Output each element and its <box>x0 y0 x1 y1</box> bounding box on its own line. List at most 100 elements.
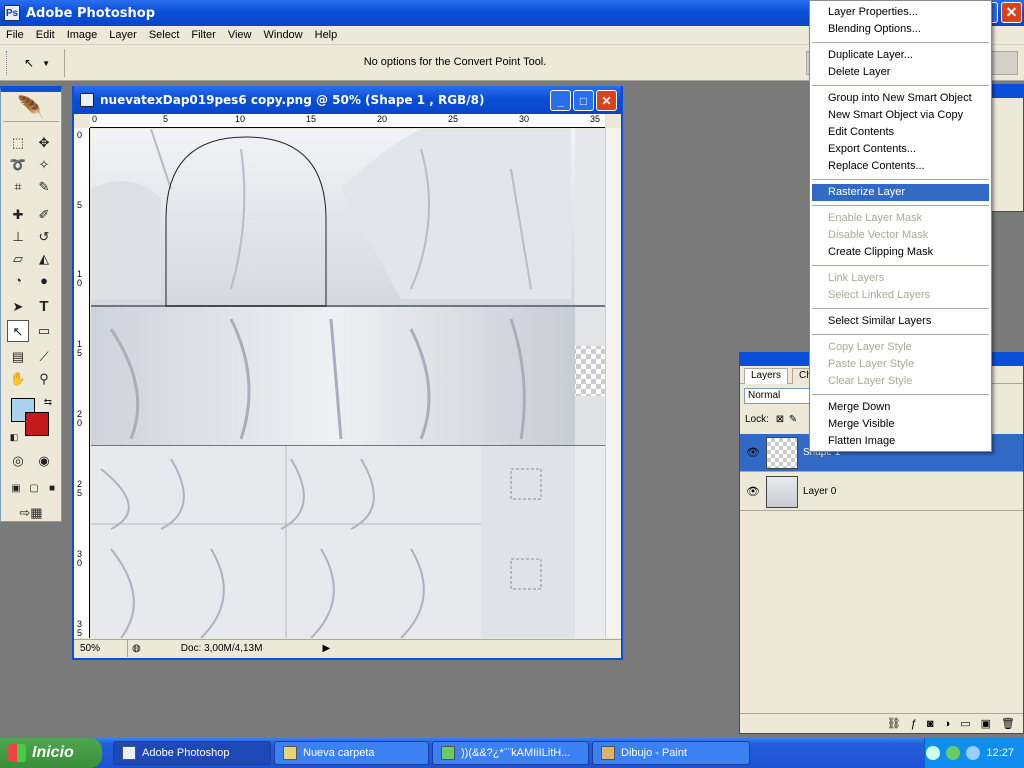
menu-item-rasterize-layer[interactable]: Rasterize Layer <box>812 184 989 201</box>
minimize-button[interactable]: _ <box>550 90 571 111</box>
link-layers-icon[interactable]: ⛓ <box>887 717 901 730</box>
menu-item-export-contents[interactable]: Export Contents... <box>812 141 989 158</box>
menu-filter[interactable]: Filter <box>185 29 221 41</box>
visibility-eye-icon[interactable]: 👁 <box>746 446 760 459</box>
menu-edit[interactable]: Edit <box>30 29 61 41</box>
lock-text: Lock: <box>745 414 769 425</box>
brush-tool-icon[interactable]: ✐ <box>33 204 55 226</box>
document-titlebar[interactable]: nuevatexDap019pes6 copy.png @ 50% (Shape… <box>74 86 621 114</box>
menu-item-new-smart-object-via-copy[interactable]: New Smart Object via Copy <box>812 107 989 124</box>
menu-item-duplicate-layer[interactable]: Duplicate Layer... <box>812 47 989 64</box>
menu-item-layer-properties[interactable]: Layer Properties... <box>812 4 989 21</box>
hand-tool-icon[interactable]: ✋ <box>7 368 29 390</box>
swap-colors-icon[interactable]: ⇆ <box>37 392 59 414</box>
task-paint[interactable]: Dibujo - Paint <box>592 741 750 765</box>
menu-item-edit-contents[interactable]: Edit Contents <box>812 124 989 141</box>
document-close-button[interactable]: ✕ <box>596 90 617 111</box>
screen-mode-full-icon[interactable]: ■ <box>41 478 63 500</box>
start-button[interactable]: Inicio <box>0 738 102 768</box>
photoshop-task-icon <box>122 746 136 760</box>
trash-icon[interactable]: 🗑 <box>1001 717 1015 730</box>
menu-item-blending-options[interactable]: Blending Options... <box>812 21 989 38</box>
rectangle-tool-icon[interactable]: ▭ <box>33 320 55 342</box>
status-arrow-icon[interactable]: ▶ <box>322 643 330 654</box>
adjustment-layer-icon[interactable]: ◑ <box>944 718 951 730</box>
menu-file[interactable]: File <box>0 29 30 41</box>
blend-mode-select[interactable]: Normal <box>744 388 814 404</box>
new-group-icon[interactable]: ▭ <box>960 717 970 730</box>
add-mask-icon[interactable]: ◙ <box>927 718 934 730</box>
paint-bucket-icon[interactable]: ◭ <box>33 248 55 270</box>
menu-view[interactable]: View <box>222 29 258 41</box>
new-layer-icon[interactable]: ▣ <box>981 717 991 730</box>
menu-item-merge-visible[interactable]: Merge Visible <box>812 416 989 433</box>
marquee-tool-icon[interactable]: ⬚ <box>7 132 29 154</box>
background-color-swatch[interactable] <box>25 412 49 436</box>
network-tray-icon[interactable] <box>966 746 981 760</box>
menu-window[interactable]: Window <box>258 29 309 41</box>
menu-item-enable-layer-mask: Enable Layer Mask <box>828 212 923 224</box>
visibility-eye-icon[interactable]: 👁 <box>746 485 760 498</box>
status-menu-icon[interactable]: ◍ <box>132 643 141 654</box>
lock-transparency-icon[interactable]: ⊠ <box>776 414 784 425</box>
menu-item-merge-down[interactable]: Merge Down <box>812 399 989 416</box>
slice-tool-icon[interactable]: ✎ <box>33 176 55 198</box>
clock: 12:27 <box>986 747 1014 759</box>
crop-tool-icon[interactable]: ⌗ <box>7 176 29 198</box>
task-folder[interactable]: Nueva carpeta <box>274 741 429 765</box>
task-label: Nueva carpeta <box>303 747 375 759</box>
menu-item-paste-layer-style: Paste Layer Style <box>828 358 915 370</box>
menu-item-create-clipping-mask[interactable]: Create Clipping Mask <box>812 244 989 261</box>
zoom-level[interactable]: 50% <box>74 640 128 657</box>
ruler-vertical[interactable]: 0 5 1 0 1 5 2 0 2 5 3 0 3 5 <box>74 128 90 638</box>
eyedropper-tool-icon[interactable]: ⟋ <box>33 346 55 368</box>
dodge-tool-icon[interactable]: ● <box>33 270 55 292</box>
move-tool-icon[interactable]: ✥ <box>33 132 55 154</box>
menu-separator <box>812 308 989 309</box>
menu-item-flatten-image[interactable]: Flatten Image <box>812 433 989 450</box>
maximize-button[interactable]: □ <box>573 90 594 111</box>
tab-layers[interactable]: Layers <box>744 368 789 384</box>
menu-select[interactable]: Select <box>143 29 186 41</box>
menu-image[interactable]: Image <box>61 29 104 41</box>
healing-brush-icon[interactable]: ✚ <box>7 204 29 226</box>
convert-point-tool-icon[interactable]: ↖ <box>7 320 29 342</box>
menu-item-select-similar-layers[interactable]: Select Similar Layers <box>812 313 989 330</box>
start-label: Inicio <box>32 744 74 761</box>
menu-help[interactable]: Help <box>309 29 344 41</box>
tray-expand-icon[interactable] <box>926 746 941 760</box>
task-messenger[interactable]: ))(&&?¿*¨¨kAMIiILitH... <box>432 741 589 765</box>
blur-tool-icon[interactable]: ◔ <box>7 270 29 292</box>
menu-item-replace-contents[interactable]: Replace Contents... <box>812 158 989 175</box>
lock-brush-icon[interactable]: ✎ <box>789 414 797 425</box>
jump-to-imageready-icon[interactable]: ⇨▦ <box>9 502 53 524</box>
menu-item-group-into-new-smart-object[interactable]: Group into New Smart Object <box>812 90 989 107</box>
default-colors-icon[interactable]: ◧ <box>3 426 25 448</box>
menu-separator <box>812 42 989 43</box>
menu-item-clear-layer-style: Clear Layer Style <box>828 375 913 387</box>
task-label: Adobe Photoshop <box>142 747 230 759</box>
ruler-tick-label: 30 <box>519 114 530 124</box>
menu-item-disable-vector-mask: Disable Vector Mask <box>828 229 929 241</box>
magic-wand-tool-icon[interactable]: ✧ <box>33 154 55 176</box>
zoom-tool-icon[interactable]: ⚲ <box>33 368 55 390</box>
menu-layer[interactable]: Layer <box>103 29 143 41</box>
clone-stamp-icon[interactable]: ⊥ <box>7 226 29 248</box>
type-tool-icon[interactable]: T <box>33 296 55 318</box>
vertical-scrollbar[interactable] <box>605 128 621 638</box>
messenger-tray-icon[interactable] <box>946 746 961 760</box>
close-button[interactable]: ✕ <box>1001 2 1022 23</box>
eraser-tool-icon[interactable]: ▱ <box>7 248 29 270</box>
task-photoshop[interactable]: Adobe Photoshop <box>113 741 271 765</box>
ruler-horizontal[interactable]: 0 5 10 15 20 25 30 35 <box>90 114 605 128</box>
quick-mask-icon[interactable]: ◉ <box>33 450 55 472</box>
lasso-tool-icon[interactable]: ➰ <box>7 154 29 176</box>
layer-row-layer-0[interactable]: 👁 Layer 0 <box>740 473 1023 511</box>
layer-style-icon[interactable]: ƒ <box>911 718 917 730</box>
image-canvas[interactable] <box>91 129 605 638</box>
path-selection-icon[interactable]: ➤ <box>7 296 29 318</box>
menu-item-delete-layer[interactable]: Delete Layer <box>812 64 989 81</box>
notes-tool-icon[interactable]: ▤ <box>7 346 29 368</box>
history-brush-icon[interactable]: ↺ <box>33 226 55 248</box>
standard-mode-icon[interactable]: ◎ <box>7 450 29 472</box>
